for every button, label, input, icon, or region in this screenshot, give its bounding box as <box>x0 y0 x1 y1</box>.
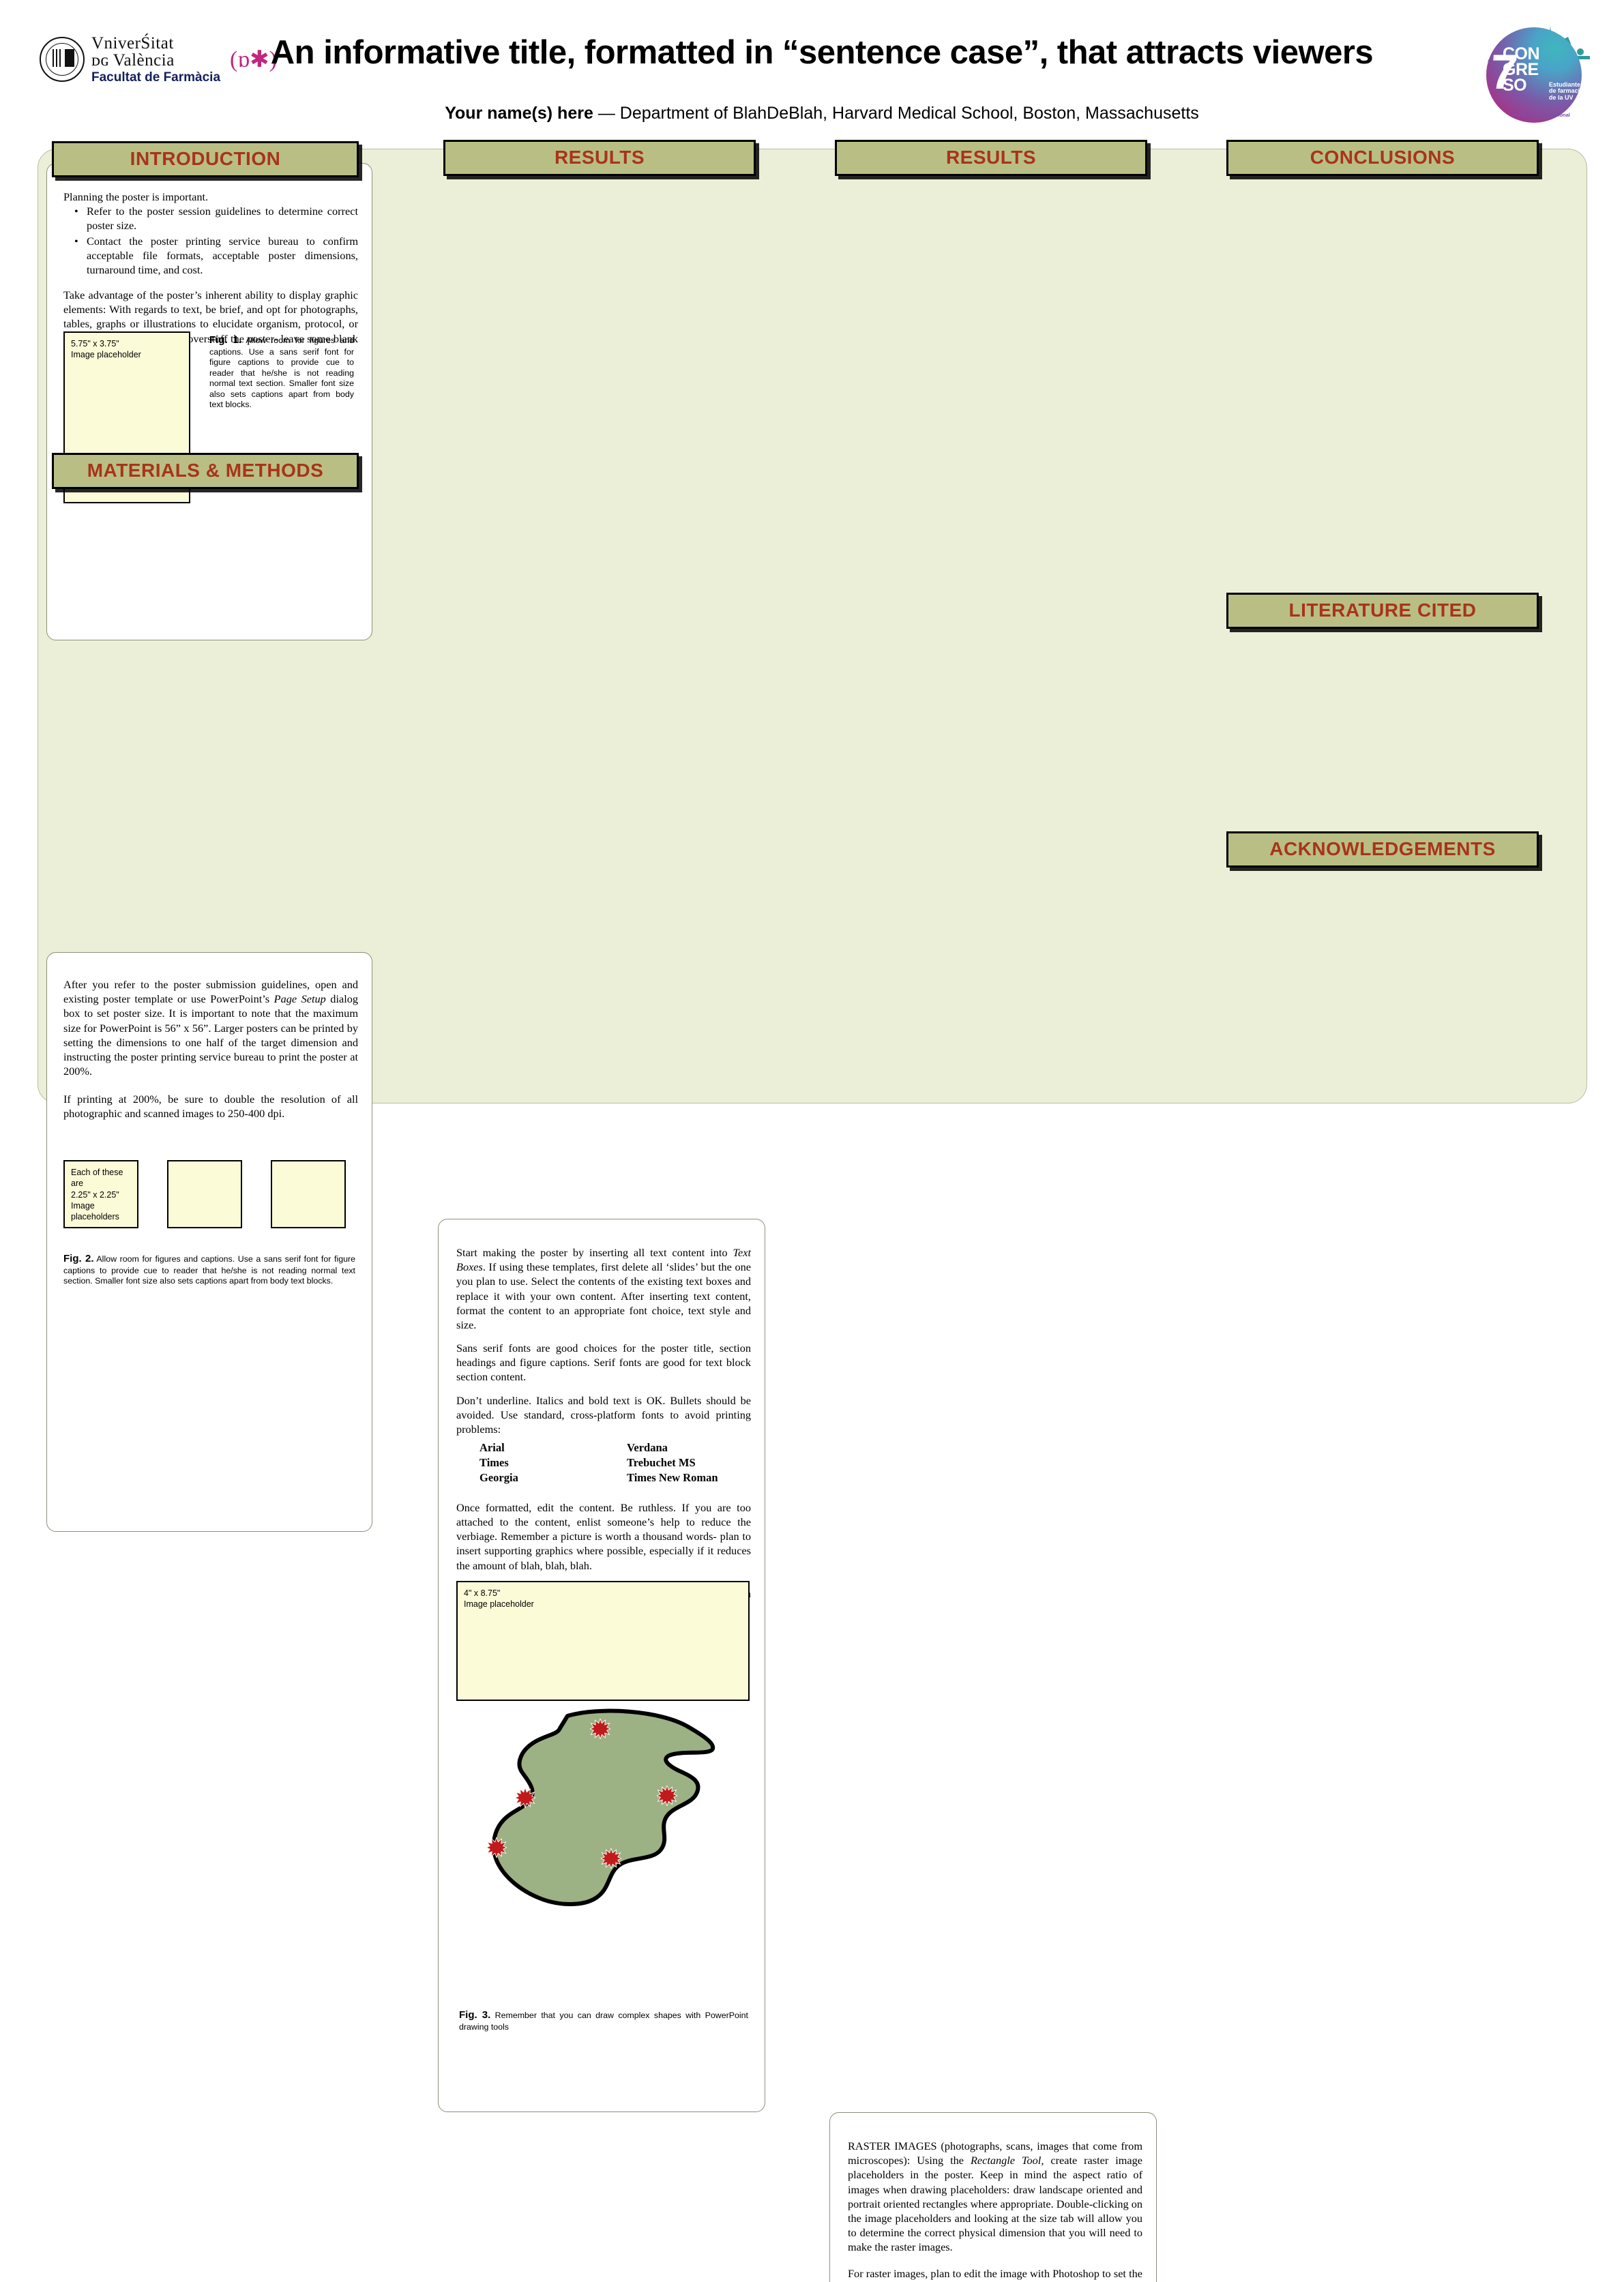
font-name: Trebuchet MS <box>627 1456 696 1469</box>
font-name: Verdana <box>627 1441 668 1455</box>
university-line-2: ᴅɢ València <box>91 51 175 70</box>
star-burst-icon <box>486 1837 507 1858</box>
figure-caption-1: Fig. 1. Allow room for figures and capti… <box>209 334 354 411</box>
introduction-bullets: Refer to the poster session guidelines t… <box>63 204 358 277</box>
font-name: Times <box>479 1456 509 1469</box>
figure-number-1: Fig. 1. <box>209 334 241 346</box>
results-left-body: Start making the poster by inserting all… <box>456 1245 751 1624</box>
star-burst-icon <box>657 1785 677 1806</box>
section-heading-introduction: INTRODUCTION <box>52 141 359 177</box>
results-left-paragraph-1: Start making the poster by inserting all… <box>456 1246 751 1331</box>
materials-body: After you refer to the poster submission… <box>63 977 358 1130</box>
congress-logo: 7 CON GRE SO Estudiantes de farmacia de … <box>1474 10 1604 123</box>
font-name: Georgia <box>479 1470 518 1484</box>
font-name: Arial <box>479 1441 505 1455</box>
congress-wordmark: CON GRE SO <box>1503 46 1540 95</box>
star-burst-icon <box>515 1788 535 1808</box>
panel-materials-methods: After you refer to the poster submission… <box>46 952 372 1532</box>
figure-caption-3: Fig. 3. Remember that you can draw compl… <box>459 2009 748 2032</box>
poster-board: INTRODUCTION Planning the poster is impo… <box>38 140 1587 2282</box>
materials-paragraph-1: After you refer to the poster submission… <box>63 978 358 1078</box>
panel-results-left: Start making the poster by inserting all… <box>438 1219 765 2112</box>
poster-authors: Your name(s) here — Department of BlahDe… <box>246 104 1398 123</box>
complex-shape-figure <box>456 1704 750 1936</box>
star-burst-icon <box>590 1719 610 1739</box>
results-left-paragraph-3: Don’t underline. Italics and bold text i… <box>456 1393 751 1436</box>
figure-caption-2: Fig. 2. Allow room for figures and capti… <box>63 1253 355 1287</box>
author-name: Your name(s) here <box>445 104 593 123</box>
results-right-body: RASTER IMAGES (photographs, scans, image… <box>848 2139 1142 2282</box>
congress-subtitle: Estudiantes de farmacia de la UV <box>1549 81 1584 101</box>
section-heading-results-left: RESULTS <box>443 140 756 176</box>
panel-results-right: RASTER IMAGES (photographs, scans, image… <box>829 2112 1157 2282</box>
figure-number-2: Fig. 2. <box>63 1253 94 1264</box>
results-right-paragraph-1: RASTER IMAGES (photographs, scans, image… <box>848 2139 1143 2254</box>
section-heading-acknowledgements: ACKNOWLEDGEMENTS <box>1226 831 1539 868</box>
section-heading-results-right: RESULTS <box>835 140 1147 176</box>
results-right-paragraph-2: For raster images, plan to edit the imag… <box>848 2267 1142 2282</box>
image-placeholder-fig2-a: Each of these are 2.25" x 2.25" Image pl… <box>63 1160 138 1228</box>
materials-paragraph-2: If printing at 200%, be sure to double t… <box>63 1093 358 1121</box>
figure-caption-3-text: Remember that you can draw complex shape… <box>459 2011 748 2032</box>
results-left-paragraph-2: Sans serif fonts are good choices for th… <box>456 1342 751 1384</box>
figure-number-3: Fig. 3. <box>459 2009 491 2021</box>
font-list: Arial Times Georgia Verdana Trebuchet MS… <box>456 1440 751 1485</box>
university-of-valencia-logo: VniverŚitat ᴅɢ València Facultat de Farm… <box>40 29 277 90</box>
congress-line-3: SO <box>1503 76 1527 95</box>
page-title: An informative title, formatted in “sent… <box>270 34 1374 71</box>
congress-edition: 8ª Edición Internacional <box>1512 112 1570 118</box>
font-name: Times New Roman <box>627 1470 718 1484</box>
figure-caption-1-text: Allow room for figures and captions. Use… <box>209 336 354 410</box>
university-wordmark: VniverŚitat ᴅɢ València Facultat de Farm… <box>91 35 220 84</box>
section-heading-materials-methods: MATERIALS & METHODS <box>52 453 359 489</box>
font-list-column-2: Verdana Trebuchet MS Times New Roman <box>604 1440 751 1485</box>
panel-introduction: Planning the poster is important. Refer … <box>46 163 372 640</box>
image-placeholder-fig2-b <box>167 1160 242 1228</box>
font-list-column-1: Arial Times Georgia <box>456 1440 604 1485</box>
section-heading-literature-cited: LITERATURE CITED <box>1226 593 1539 629</box>
university-seal-icon <box>40 37 85 82</box>
image-placeholder-fig3: 4" x 8.75" Image placeholder <box>456 1581 750 1701</box>
introduction-paragraph-1: Planning the poster is important. <box>63 190 209 203</box>
image-placeholder-fig2-c <box>271 1160 346 1228</box>
section-heading-conclusions: CONCLUSIONS <box>1226 140 1539 176</box>
poster-header: VniverŚitat ᴅɢ València Facultat de Farm… <box>0 0 1624 136</box>
author-affiliation: — Department of BlahDeBlah, Harvard Medi… <box>597 104 1199 123</box>
faculty-label: Facultat de Farmàcia <box>91 70 221 85</box>
list-item: Refer to the poster session guidelines t… <box>74 204 358 233</box>
star-burst-icon <box>601 1848 621 1869</box>
university-line-1: VniverŚitat <box>91 34 174 53</box>
figure-caption-2-text: Allow room for figures and captions. Use… <box>63 1254 355 1286</box>
results-left-paragraph-4: Once formatted, edit the content. Be rut… <box>456 1500 751 1572</box>
list-item: Contact the poster printing service bure… <box>74 234 358 278</box>
